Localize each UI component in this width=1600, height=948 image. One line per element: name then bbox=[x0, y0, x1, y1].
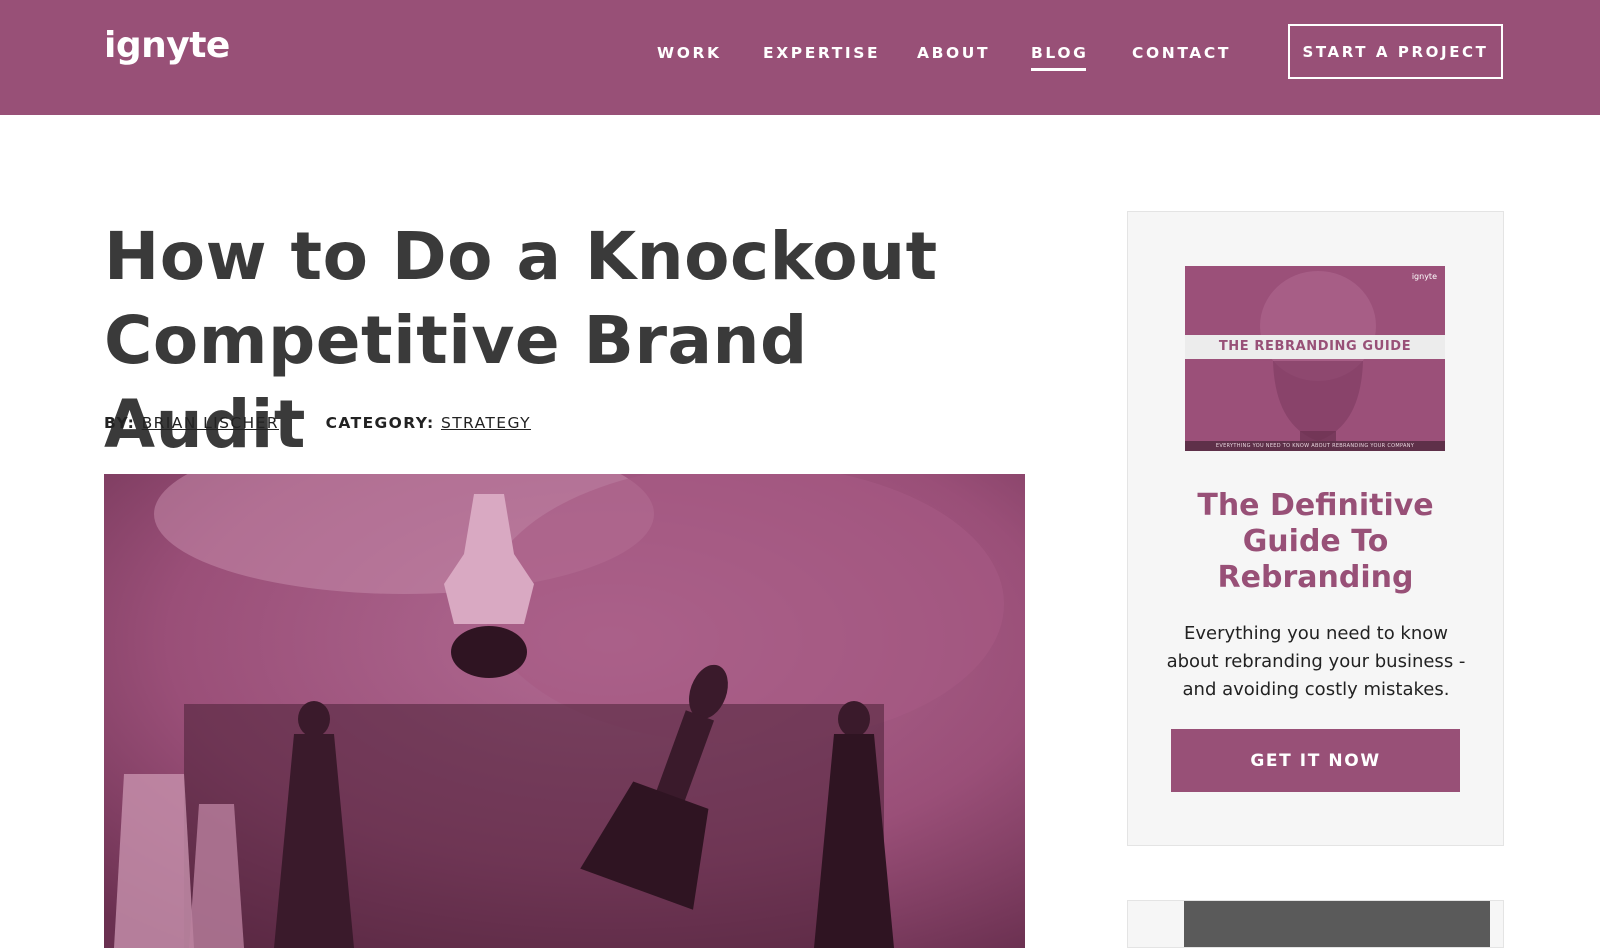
get-it-now-button[interactable]: GET IT NOW bbox=[1171, 729, 1460, 792]
category-label: CATEGORY: bbox=[325, 414, 435, 432]
cover-logo: ignyte bbox=[1411, 272, 1437, 281]
nav-item-blog[interactable]: BLOG bbox=[1031, 42, 1088, 71]
author-link[interactable]: BRIAN LISCHER bbox=[142, 414, 279, 432]
article-title-line-1: How to Do a Knockout bbox=[104, 218, 938, 295]
site-header: ignyte WORK EXPERTISE ABOUT BLOG CONTACT… bbox=[0, 0, 1600, 115]
guide-description: Everything you need to know about rebran… bbox=[1166, 623, 1466, 700]
nav-item-about[interactable]: ABOUT bbox=[917, 42, 990, 64]
team-photo-image[interactable] bbox=[1184, 901, 1490, 947]
hero-image-chess bbox=[104, 474, 1025, 948]
guide-title: The Definitive Guide To Rebranding bbox=[1197, 488, 1434, 595]
secondary-promo-card bbox=[1127, 900, 1504, 948]
guide-promo-card: ignyte THE REBRANDING GUIDE EVERYTHING Y… bbox=[1127, 211, 1504, 846]
article-meta: BY: BRIAN LISCHER CATEGORY: STRATEGY bbox=[104, 414, 531, 432]
cover-footer: EVERYTHING YOU NEED TO KNOW ABOUT REBRAN… bbox=[1185, 441, 1445, 451]
category-link[interactable]: STRATEGY bbox=[441, 414, 531, 432]
nav-item-expertise[interactable]: EXPERTISE bbox=[763, 42, 880, 64]
start-project-button[interactable]: START A PROJECT bbox=[1288, 24, 1503, 79]
guide-cover-image[interactable]: ignyte THE REBRANDING GUIDE EVERYTHING Y… bbox=[1185, 266, 1445, 451]
cover-band-title: THE REBRANDING GUIDE bbox=[1185, 335, 1445, 359]
nav-item-contact[interactable]: CONTACT bbox=[1132, 42, 1231, 64]
nav-item-work[interactable]: WORK bbox=[657, 42, 722, 64]
author-label: BY: bbox=[104, 414, 136, 432]
article-title-line-2: Competitive Brand Audit bbox=[104, 302, 808, 463]
